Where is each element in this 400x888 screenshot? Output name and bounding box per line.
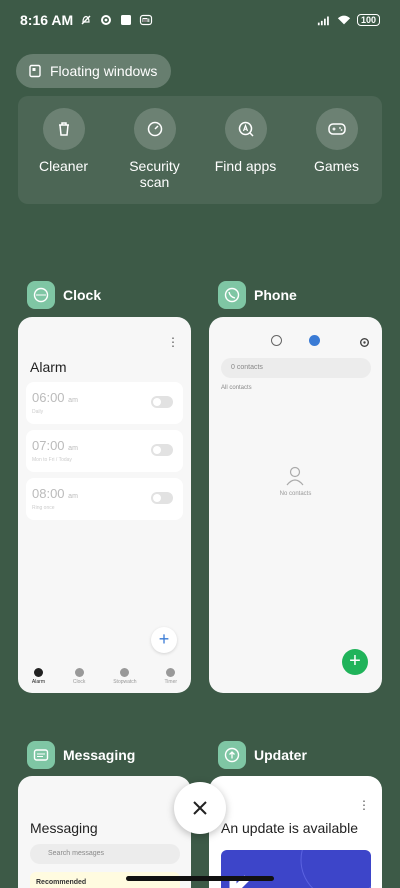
more-icon[interactable]: ⋮ xyxy=(167,335,179,349)
signal-icon xyxy=(317,13,331,27)
wifi-icon xyxy=(337,13,351,27)
call-log-icon[interactable] xyxy=(271,335,282,346)
status-right: 100 xyxy=(317,13,380,27)
contacts-filter[interactable]: All contacts xyxy=(221,385,252,391)
alarm-repeat: Ring once xyxy=(32,505,55,511)
quick-actions-panel: Cleaner Security scan Find apps Games xyxy=(18,96,382,204)
updater-app-card[interactable]: ⋮ An update is available xyxy=(209,776,382,888)
app-name: Updater xyxy=(254,747,307,763)
alarm-item[interactable]: 06:00 am Daily xyxy=(26,382,183,424)
quick-action-label: Games xyxy=(313,158,360,174)
timer-icon xyxy=(166,667,176,677)
gamepad-icon xyxy=(315,108,358,150)
status-bar: 8:16 AM 100 xyxy=(0,0,400,40)
clock-app-icon xyxy=(27,281,55,309)
more-icon[interactable]: ⋮ xyxy=(358,798,370,812)
square-icon xyxy=(119,13,133,27)
add-contact-button[interactable]: + xyxy=(342,649,368,675)
alarm-toggle[interactable] xyxy=(151,396,173,408)
alarm-item[interactable]: 07:00 am Mon to Fri / Today xyxy=(26,430,183,472)
battery-indicator: 100 xyxy=(356,14,380,26)
alarm-time: 06:00 am xyxy=(32,390,78,405)
quick-action-cleaner[interactable]: Cleaner xyxy=(24,108,104,204)
app-name: Phone xyxy=(254,287,297,303)
trash-icon xyxy=(42,108,85,150)
add-alarm-button[interactable]: + xyxy=(151,627,177,653)
alarm-toggle[interactable] xyxy=(151,492,173,504)
alarm-icon xyxy=(33,667,43,677)
close-icon xyxy=(193,801,207,815)
messages-search-input[interactable]: Search messages xyxy=(30,844,180,864)
security-scan-icon xyxy=(133,108,176,150)
app-header-messaging[interactable]: Messaging xyxy=(27,741,135,769)
alarm-toggle[interactable] xyxy=(151,444,173,456)
alarm-time: 08:00 am xyxy=(32,486,78,501)
tab-stopwatch[interactable]: Stopwatch xyxy=(113,667,137,685)
update-banner xyxy=(221,850,371,888)
app-header-phone[interactable]: Phone xyxy=(218,281,297,309)
alarm-item[interactable]: 08:00 am Ring once xyxy=(26,478,183,520)
stopwatch-icon xyxy=(120,667,130,677)
messaging-app-icon xyxy=(27,741,55,769)
contacts-search-input[interactable]: 0 contacts xyxy=(221,358,371,378)
app-name: Messaging xyxy=(63,747,136,763)
tab-timer[interactable]: Timer xyxy=(164,667,177,685)
phone-top-bar xyxy=(209,335,382,349)
phone-app-icon xyxy=(218,281,246,309)
find-apps-icon xyxy=(224,108,267,150)
clock-icon xyxy=(74,667,84,677)
floating-window-icon xyxy=(29,64,41,78)
tab-alarm[interactable]: Alarm xyxy=(32,667,45,685)
app-header-clock[interactable]: Clock xyxy=(27,281,101,309)
settings-icon xyxy=(99,13,113,27)
quick-action-security-scan[interactable]: Security scan xyxy=(115,108,195,204)
alarm-repeat: Daily xyxy=(32,409,44,415)
updater-app-icon xyxy=(218,741,246,769)
alarm-time: 07:00 am xyxy=(32,438,78,453)
floating-windows-button[interactable]: Floating windows xyxy=(16,54,172,88)
app-header-updater[interactable]: Updater xyxy=(218,741,307,769)
mi-icon xyxy=(139,13,153,27)
home-indicator[interactable] xyxy=(126,876,274,881)
empty-contacts-text: No contacts xyxy=(279,491,312,497)
messaging-title: Messaging xyxy=(30,820,98,836)
quick-action-label: Find apps xyxy=(214,158,277,174)
quick-action-label: Security scan xyxy=(129,158,180,190)
person-icon xyxy=(285,465,305,487)
quick-action-games[interactable]: Games xyxy=(297,108,377,204)
clock-tab-bar: Alarm Clock Stopwatch Timer xyxy=(18,659,191,693)
phone-app-card[interactable]: 0 contacts All contacts No contacts + xyxy=(209,317,382,693)
close-all-button[interactable] xyxy=(174,782,226,834)
mute-icon xyxy=(79,13,93,27)
contacts-icon[interactable] xyxy=(309,335,320,346)
gear-icon[interactable] xyxy=(359,335,370,347)
status-left: 8:16 AM xyxy=(20,12,153,28)
tab-clock[interactable]: Clock xyxy=(73,667,85,685)
floating-windows-label: Floating windows xyxy=(50,63,158,79)
alarm-repeat: Mon to Fri / Today xyxy=(32,457,72,463)
alarm-title: Alarm xyxy=(30,359,67,375)
quick-action-label: Cleaner xyxy=(38,158,89,174)
app-name: Clock xyxy=(63,287,102,303)
status-time: 8:16 AM xyxy=(20,12,74,28)
messaging-app-card[interactable]: Messaging Search messages Recommended xyxy=(18,776,191,888)
quick-action-find-apps[interactable]: Find apps xyxy=(206,108,286,204)
clock-app-card[interactable]: ⋮ Alarm 06:00 am Daily 07:00 am Mon to F… xyxy=(18,317,191,693)
update-title: An update is available xyxy=(221,820,358,836)
